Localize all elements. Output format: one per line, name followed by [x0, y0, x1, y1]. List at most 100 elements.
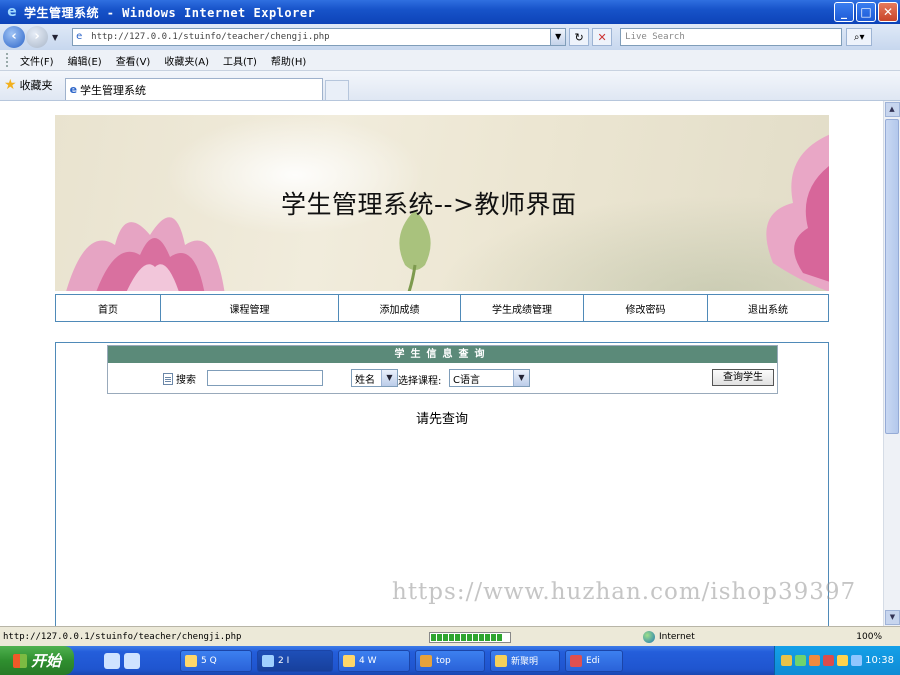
- result-message: 请先查询: [415, 412, 468, 427]
- toolbar-grip: [6, 53, 12, 67]
- status-url: http://127.0.0.1/stuinfo/teacher/chengji…: [3, 632, 242, 642]
- student-query-panel: 学生信息查询 搜索 姓名 ▼ 选择课程: C语言 ▼ 查询学生: [107, 345, 778, 394]
- search-go-button[interactable]: ⌕▾: [846, 28, 873, 46]
- course-select-value: C语言: [453, 374, 480, 386]
- start-button[interactable]: 开始: [0, 646, 74, 675]
- field-select[interactable]: 姓名 ▼: [351, 369, 398, 387]
- tray-icon[interactable]: [851, 655, 863, 666]
- nav-home[interactable]: 首页: [56, 295, 161, 321]
- tab-title: 学生管理系统: [80, 83, 147, 97]
- clock[interactable]: 10:38: [865, 655, 894, 666]
- new-tab-button[interactable]: [324, 80, 349, 100]
- page-viewport: 学生管理系统-->教师界面 首页 课程管理 添加成绩 学生成绩管理 修改密码 退…: [0, 101, 883, 626]
- zone-label: Internet: [659, 632, 695, 642]
- menu-tools[interactable]: 工具(T): [223, 53, 257, 68]
- ie-quicklaunch-icon[interactable]: [104, 652, 120, 669]
- search-placeholder: Live Search: [625, 32, 685, 42]
- windows-flag-icon: [12, 653, 27, 668]
- close-button[interactable]: ✕: [878, 2, 898, 22]
- minimize-button[interactable]: _: [834, 2, 854, 22]
- address-dropdown-icon[interactable]: ▼: [550, 29, 566, 45]
- taskbar-item-new[interactable]: 新聚明: [490, 649, 560, 672]
- query-row: 搜索 姓名 ▼ 选择课程: C语言 ▼ 查询学生: [108, 363, 777, 393]
- stop-button[interactable]: ✕: [592, 28, 613, 46]
- page-icon: e: [76, 31, 83, 42]
- taskbar-item-ie[interactable]: 2 I: [257, 649, 333, 672]
- document-icon: [163, 372, 173, 385]
- address-url: http://127.0.0.1/stuinfo/teacher/chengji…: [91, 32, 330, 42]
- menu-bar: 文件(F) 编辑(E) 查看(V) 收藏夹(A) 工具(T) 帮助(H): [0, 50, 900, 71]
- scroll-down-icon[interactable]: ▼: [885, 610, 900, 625]
- nav-course-management[interactable]: 课程管理: [161, 295, 339, 321]
- app-icon: [420, 654, 432, 667]
- lotus-left-icon: [66, 217, 225, 291]
- field-select-value: 姓名: [355, 374, 375, 386]
- app-icon: [495, 654, 507, 667]
- tray-icon[interactable]: [795, 655, 807, 666]
- tray-icon[interactable]: [823, 655, 835, 666]
- taskbar-item-top[interactable]: top: [415, 649, 485, 672]
- globe-icon: [643, 631, 655, 643]
- page-title: 学生管理系统-->教师界面: [281, 190, 577, 219]
- tray-icon[interactable]: [781, 655, 793, 666]
- folder-quicklaunch-icon[interactable]: [124, 652, 140, 669]
- chevron-down-icon: ▼: [513, 370, 529, 386]
- keyword-input[interactable]: [207, 370, 323, 386]
- header-banner: 学生管理系统-->教师界面: [55, 115, 829, 291]
- maximize-button[interactable]: □: [856, 2, 876, 22]
- window-controls: _ □ ✕: [834, 2, 898, 22]
- main-nav: 首页 课程管理 添加成绩 学生成绩管理 修改密码 退出系统: [55, 294, 829, 322]
- scroll-up-icon[interactable]: ▲: [884, 102, 900, 117]
- start-label: 开始: [30, 652, 61, 670]
- favorites-label: 收藏夹: [19, 79, 53, 92]
- taskbar-item-folder[interactable]: 4 W: [338, 649, 410, 672]
- nav-add-score[interactable]: 添加成绩: [339, 295, 461, 321]
- search-input[interactable]: Live Search: [620, 28, 843, 46]
- editor-icon: [570, 654, 582, 667]
- zoom-level[interactable]: 100%: [856, 632, 882, 642]
- progress-bar: [429, 631, 511, 643]
- window-title-bar: e 学生管理系统 - Windows Internet Explorer _ □…: [0, 0, 900, 24]
- tray-icon[interactable]: [837, 655, 849, 666]
- taskbar-item-edit[interactable]: Edi: [565, 649, 623, 672]
- qq-icon: [185, 654, 197, 667]
- scroll-thumb[interactable]: [885, 119, 899, 434]
- system-tray: 10:38: [774, 646, 900, 675]
- back-button[interactable]: ‹: [3, 26, 25, 48]
- taskbar: 开始 5 Q 2 I 4 W top 新聚明 Edi 10:38: [0, 646, 900, 675]
- lotus-right-icon: [766, 134, 829, 291]
- nav-logout[interactable]: 退出系统: [708, 295, 828, 321]
- menu-help[interactable]: 帮助(H): [271, 53, 306, 68]
- status-bar: http://127.0.0.1/stuinfo/teacher/chengji…: [0, 626, 900, 647]
- nav-score-management[interactable]: 学生成绩管理: [461, 295, 584, 321]
- favorites-button[interactable]: ★ 收藏夹: [4, 73, 53, 97]
- tab-ie-icon: e: [69, 83, 78, 96]
- menu-favorites[interactable]: 收藏夹(A): [164, 53, 209, 68]
- history-dropdown-icon[interactable]: ▼: [52, 33, 58, 42]
- quick-launch: [104, 652, 140, 669]
- forward-button[interactable]: ›: [26, 26, 48, 48]
- favorites-bar: ★ 收藏夹 e 学生管理系统: [0, 71, 900, 101]
- search-label: 搜索: [176, 375, 196, 386]
- address-input[interactable]: e http://127.0.0.1/stuinfo/teacher/cheng…: [72, 28, 567, 46]
- course-select[interactable]: C语言 ▼: [449, 369, 530, 387]
- taskbar-item-qq[interactable]: 5 Q: [180, 649, 252, 672]
- window-title: 学生管理系统 - Windows Internet Explorer: [24, 5, 316, 20]
- query-header: 学生信息查询: [108, 346, 777, 363]
- star-icon: ★: [4, 77, 17, 93]
- course-label: 选择课程:: [398, 376, 442, 387]
- menu-file[interactable]: 文件(F): [20, 53, 54, 68]
- tray-icon[interactable]: [809, 655, 821, 666]
- nav-change-password[interactable]: 修改密码: [584, 295, 708, 321]
- vertical-scrollbar[interactable]: ▲ ▼: [883, 101, 900, 626]
- folder-icon: [343, 654, 355, 667]
- watermark: https://www.huzhan.com/ishop39397: [392, 579, 857, 605]
- menu-view[interactable]: 查看(V): [116, 53, 151, 68]
- ie-logo-icon: e: [7, 4, 17, 20]
- menu-edit[interactable]: 编辑(E): [68, 53, 102, 68]
- tab-student-system[interactable]: e 学生管理系统: [64, 78, 323, 100]
- chevron-down-icon: ▼: [381, 370, 397, 386]
- query-student-button[interactable]: 查询学生: [712, 369, 774, 386]
- refresh-button[interactable]: ↻: [569, 28, 590, 46]
- ie-icon: [262, 654, 274, 667]
